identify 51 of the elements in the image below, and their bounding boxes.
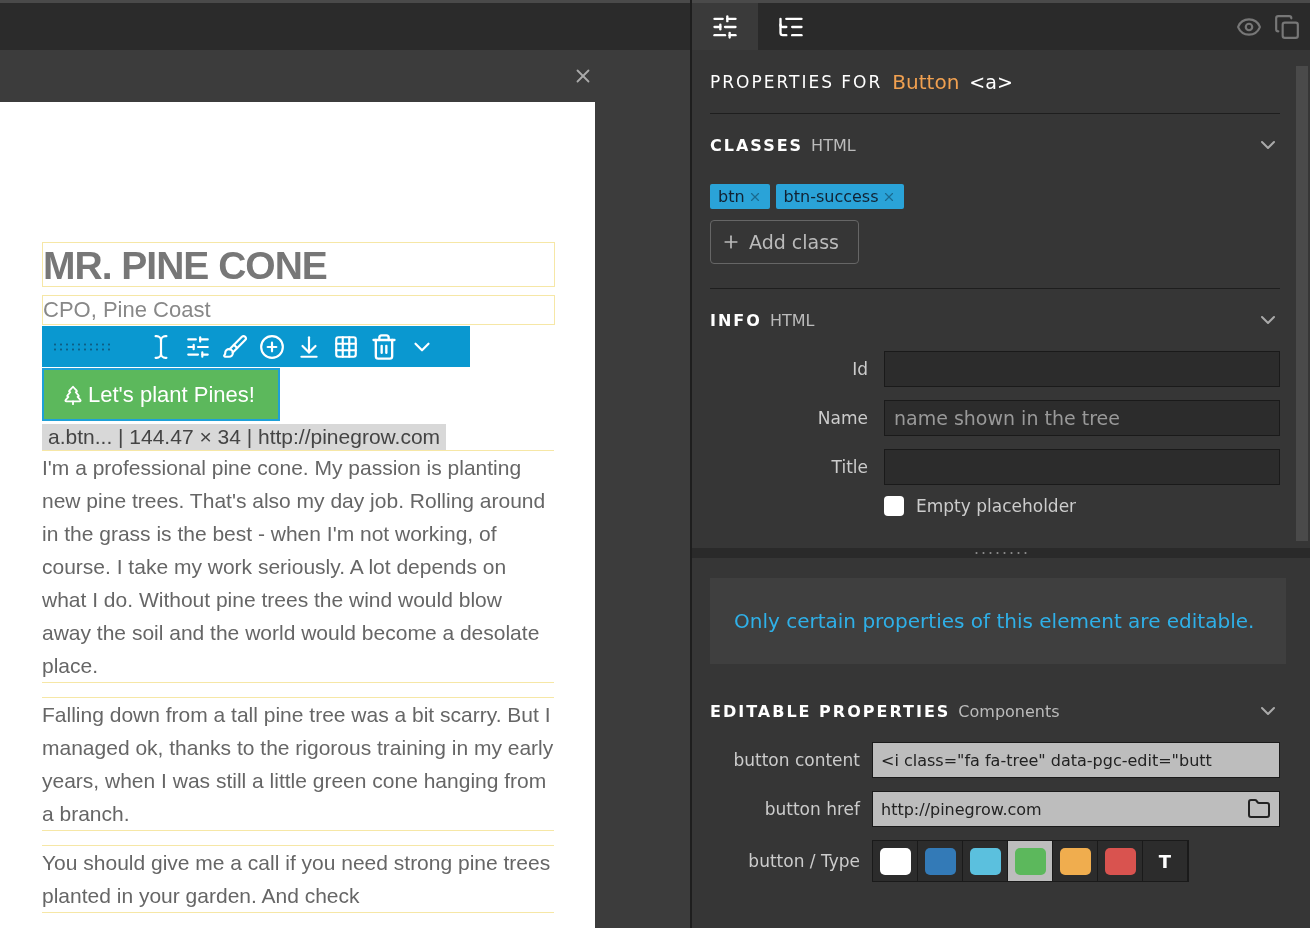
tree-icon	[62, 383, 84, 406]
input-field[interactable]: http://pinegrow.com	[872, 791, 1280, 827]
copy-icon[interactable]	[1274, 13, 1300, 40]
color-option[interactable]	[963, 841, 1008, 881]
field-label: button / Type	[747, 851, 860, 871]
body-paragraph: Falling down from a tall pine tree was a bit scarry. But I managed ok, thanks to the rigorous training in my early years, when I was still a little green cone hanging from a branch.	[42, 697, 554, 831]
section-subtitle: HTML	[811, 135, 856, 155]
class-tag[interactable]: btn	[710, 184, 770, 209]
input-field[interactable]	[884, 351, 1280, 387]
field-label: Title	[830, 457, 868, 477]
body-paragraph: I'm a professional pine cone. My passion is planting new pine trees. That's also my day job. Rolling around in the grass is the best - when I'm not working, of course. I take my work seriously. A lot depends on what I do. Without pine trees the wind would blow away the soil and the world would become a desolate place.	[42, 450, 554, 683]
sliders-icon	[711, 12, 739, 41]
field-label: button href	[763, 799, 860, 819]
checkbox-label: Empty placeholder	[916, 496, 1077, 516]
checkbox[interactable]	[884, 496, 904, 516]
element-info-label: a.btn... | 144.47 × 34 | http://pinegrow.com	[42, 424, 447, 450]
color-option[interactable]	[1053, 841, 1098, 881]
add-circle-icon[interactable]	[259, 333, 285, 360]
sliders-icon[interactable]	[185, 333, 211, 360]
page-heading: MR. PINE CONE	[42, 242, 555, 287]
element-tag: <a>	[969, 70, 1013, 93]
class-name: btn-success	[783, 187, 879, 206]
input-field[interactable]	[884, 449, 1280, 485]
page-subtitle: CPO, Pine Coast	[42, 295, 555, 325]
color-option[interactable]	[873, 841, 918, 881]
section-title: INFO	[710, 310, 762, 330]
brush-icon[interactable]	[222, 333, 248, 360]
field-label: Name	[816, 408, 868, 428]
text-option[interactable]: T	[1143, 841, 1188, 881]
properties-tab[interactable]	[692, 3, 758, 50]
section-title: CLASSES	[710, 135, 804, 155]
folder-icon[interactable]	[1247, 797, 1271, 821]
section-subtitle: HTML	[769, 310, 815, 330]
body-paragraph: You should give me a call if you need strong pine trees planted in your garden. And check	[42, 845, 554, 913]
properties-label: PROPERTIES FOR	[710, 71, 883, 92]
field-label: button content	[732, 750, 860, 770]
color-option[interactable]	[918, 841, 963, 881]
element-name: Button	[892, 69, 960, 94]
class-name: btn	[718, 187, 745, 206]
input-field[interactable]: name shown in the tree	[884, 400, 1280, 436]
trash-icon[interactable]	[370, 332, 398, 361]
field-label: Id	[851, 359, 868, 379]
class-tag[interactable]: btn-success	[775, 184, 904, 209]
color-option[interactable]	[1098, 841, 1143, 881]
grid-icon[interactable]	[333, 333, 359, 360]
color-option[interactable]	[1008, 841, 1053, 881]
notice-message: Only certain properties of this element are editable.	[710, 578, 1286, 664]
section-subtitle: Components	[958, 701, 1060, 721]
input-field[interactable]: <i class="fa fa-tree" data-pgc-edit="butt	[872, 742, 1280, 778]
section-title: EDITABLE PROPERTIES	[710, 701, 951, 721]
add-class-button[interactable]: Add class	[710, 220, 859, 264]
